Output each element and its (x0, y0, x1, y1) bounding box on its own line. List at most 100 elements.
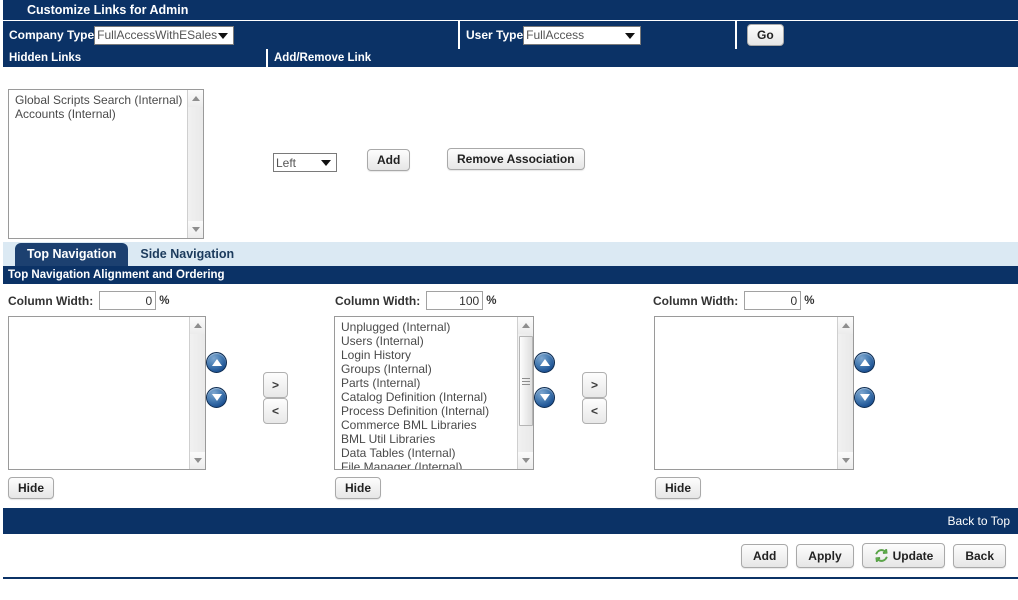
hidden-link-option[interactable]: Global Scripts Search (Internal) (13, 93, 186, 107)
hidden-links-listbox[interactable]: Global Scripts Search (Internal)Accounts… (8, 89, 204, 239)
triangle-up-icon (540, 359, 550, 366)
tab-top-navigation[interactable]: Top Navigation (15, 243, 128, 266)
user-type-group: User Type FullAccess (460, 26, 735, 45)
column-2-option[interactable]: Parts (Internal) (339, 376, 516, 390)
hidden-link-option[interactable]: Accounts (Internal) (13, 107, 186, 121)
scroll-up-icon[interactable] (838, 317, 854, 334)
column-2-scrollbar[interactable] (517, 317, 533, 469)
column-2-option[interactable]: Users (Internal) (339, 334, 516, 348)
column-2-option[interactable]: Login History (339, 348, 516, 362)
column-2-option[interactable]: Catalog Definition (Internal) (339, 390, 516, 404)
move-up-button-1[interactable] (206, 352, 227, 373)
triangle-down-icon (860, 394, 870, 401)
triangle-down-icon (540, 394, 550, 401)
move-up-button-2[interactable] (534, 352, 555, 373)
hidden-links-header: Hidden Links (3, 49, 268, 68)
scroll-down-icon[interactable] (190, 452, 206, 469)
hide-column-1-button[interactable]: Hide (8, 477, 54, 499)
hidden-links-scrollbar[interactable] (187, 90, 203, 238)
column-2-option[interactable]: Unplugged (Internal) (339, 320, 516, 334)
move-up-button-3[interactable] (854, 352, 875, 373)
hide-column-3-button[interactable]: Hide (655, 477, 701, 499)
add-remove-header: Add/Remove Link (268, 49, 1018, 68)
footer-back-button[interactable]: Back (953, 544, 1006, 568)
column-2-option[interactable]: Data Tables (Internal) (339, 446, 516, 460)
upper-panel: Global Scripts Search (Internal)Accounts… (3, 68, 1018, 242)
position-dropdown-wrap: Left (273, 153, 337, 172)
hidden-links-items: Global Scripts Search (Internal)Accounts… (9, 90, 186, 238)
percent-label: % (486, 295, 496, 307)
tab-side-navigation[interactable]: Side Navigation (128, 243, 246, 266)
percent-label: % (804, 295, 814, 307)
column-width-group-1: Column Width: % (8, 291, 169, 310)
column-2-option[interactable]: Groups (Internal) (339, 362, 516, 376)
scroll-down-icon[interactable] (838, 452, 854, 469)
remove-association-button[interactable]: Remove Association (447, 148, 585, 170)
company-type-group: Company Type FullAccessWithESales (3, 26, 458, 45)
triangle-up-icon (860, 359, 870, 366)
column-width-input-1[interactable] (99, 291, 156, 310)
column-3-listbox[interactable] (654, 316, 854, 470)
move-down-button-2[interactable] (534, 387, 555, 408)
page-title: Customize Links for Admin (27, 3, 188, 17)
move-right-button-1[interactable]: > (263, 372, 288, 398)
move-left-button-2[interactable]: < (582, 398, 607, 424)
back-to-top-bar: Back to Top (3, 508, 1018, 534)
column-width-label: Column Width: (8, 294, 93, 308)
section-subheader: Top Navigation Alignment and Ordering (3, 266, 1018, 284)
company-type-dropdown[interactable]: FullAccessWithESales (94, 26, 234, 45)
move-right-button-2[interactable]: > (582, 372, 607, 398)
column-1-scrollbar[interactable] (189, 317, 205, 469)
percent-label: % (159, 295, 169, 307)
move-down-button-1[interactable] (206, 387, 227, 408)
user-type-dropdown[interactable]: FullAccess (523, 26, 641, 45)
column-width-group-3: Column Width: % (653, 291, 814, 310)
column-2-listbox[interactable]: Unplugged (Internal)Users (Internal)Logi… (334, 316, 534, 470)
column-2-option[interactable]: File Manager (Internal) (339, 460, 516, 470)
scroll-down-icon[interactable] (188, 221, 204, 238)
column-width-input-2[interactable] (426, 291, 483, 310)
scrollbar-thumb[interactable] (519, 336, 533, 426)
scroll-up-icon[interactable] (188, 90, 204, 107)
footer-update-button[interactable]: Update (862, 543, 946, 568)
company-type-dropdown-wrap: FullAccessWithESales (94, 26, 234, 45)
column-width-label: Column Width: (335, 294, 420, 308)
go-group: Go (737, 24, 784, 46)
move-down-button-3[interactable] (854, 387, 875, 408)
refresh-icon (874, 548, 889, 563)
hide-column-2-button[interactable]: Hide (335, 477, 381, 499)
column-width-label: Column Width: (653, 294, 738, 308)
scroll-down-icon[interactable] (518, 452, 534, 469)
footer-actions: Add Apply Update Back (3, 534, 1018, 579)
customize-links-page: Customize Links for Admin Company Type F… (0, 0, 1018, 600)
position-dropdown[interactable]: Left (273, 153, 337, 172)
column-width-input-3[interactable] (744, 291, 801, 310)
move-left-button-1[interactable]: < (263, 398, 288, 424)
column-width-group-2: Column Width: % (335, 291, 496, 310)
user-type-dropdown-wrap: FullAccess (523, 26, 641, 45)
triangle-down-icon (212, 394, 222, 401)
scroll-up-icon[interactable] (518, 317, 534, 334)
column-3-scrollbar[interactable] (837, 317, 853, 469)
column-2-option[interactable]: BML Util Libraries (339, 432, 516, 446)
triangle-up-icon (212, 359, 222, 366)
navigation-tabs: Top Navigation Side Navigation (3, 242, 1018, 266)
back-to-top-link[interactable]: Back to Top (948, 514, 1010, 528)
grip-icon (522, 376, 530, 387)
column-1-items (9, 317, 188, 469)
footer-add-button[interactable]: Add (741, 544, 788, 568)
add-link-button[interactable]: Add (367, 149, 410, 171)
scroll-up-icon[interactable] (190, 317, 206, 334)
ordering-panel: Hide > < Unplugged (Internal)Users (Inte… (3, 312, 1018, 508)
column-2-option[interactable]: Commerce BML Libraries (339, 418, 516, 432)
column-2-option[interactable]: Process Definition (Internal) (339, 404, 516, 418)
go-button[interactable]: Go (747, 24, 784, 46)
company-type-label: Company Type (3, 28, 94, 42)
column-2-items: Unplugged (Internal)Users (Internal)Logi… (335, 317, 516, 469)
footer-apply-button[interactable]: Apply (796, 544, 853, 568)
column-1-listbox[interactable] (8, 316, 206, 470)
footer-update-label: Update (893, 549, 934, 563)
column-width-row: Column Width: % Column Width: % Column W… (3, 284, 1018, 312)
window-titlebar: Customize Links for Admin (3, 0, 1018, 21)
section-header-row: Hidden Links Add/Remove Link (3, 49, 1018, 68)
